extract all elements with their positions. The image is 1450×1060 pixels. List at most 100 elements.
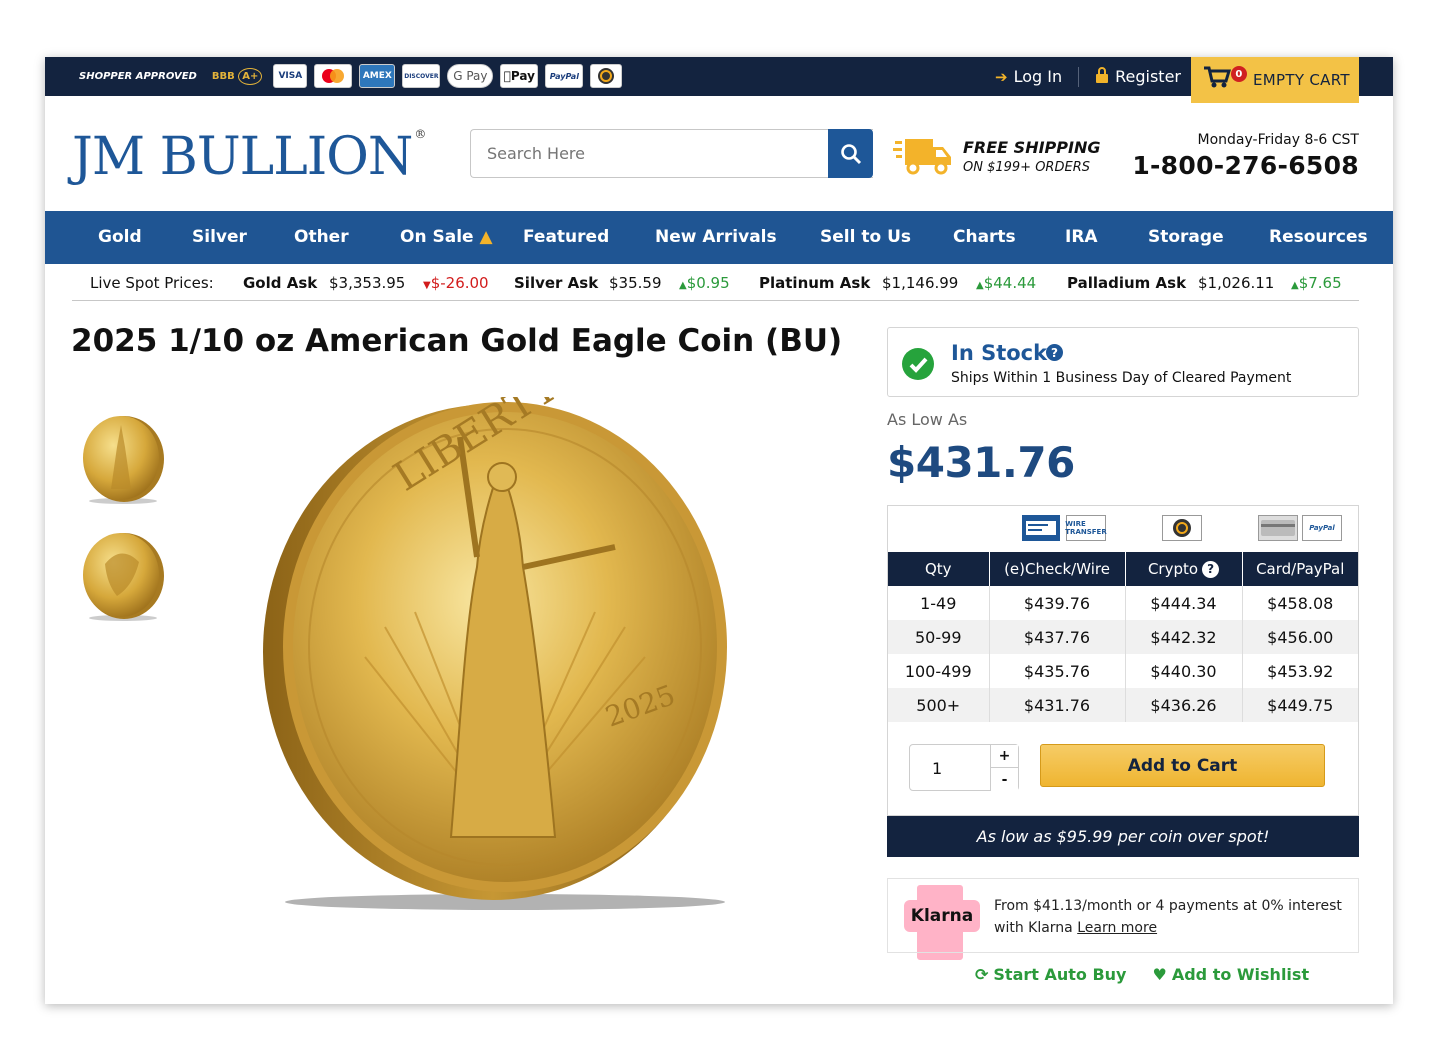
google-pay-icon: G Pay — [447, 64, 494, 88]
delivery-truck-icon — [893, 139, 951, 175]
as-low-as-label: As Low As — [887, 410, 968, 429]
silver-change-value: $0.95 — [686, 274, 730, 292]
thumbnail-reverse[interactable] — [77, 524, 167, 624]
search-input[interactable] — [470, 129, 873, 178]
gold-ask-change: ▼$-26.00 — [423, 274, 489, 292]
lowest-price: $431.76 — [887, 438, 1075, 487]
discover-icon: DISCOVER — [402, 64, 441, 88]
crypto-icon — [590, 64, 623, 88]
table-row: 500+ $431.76 $436.26 $449.75 — [888, 688, 1358, 722]
platinum-ask-label[interactable]: Platinum Ask — [759, 274, 870, 292]
check-icon — [902, 348, 934, 380]
main-nav: Gold Silver Other On Sale ▲ Featured New… — [45, 211, 1393, 264]
nav-on-sale[interactable]: On Sale ▲ — [400, 227, 493, 247]
auto-buy-label: Start Auto Buy — [993, 965, 1127, 984]
palladium-change-value: $7.65 — [1298, 274, 1342, 292]
table-row: 1-49 $439.76 $444.34 $458.08 — [888, 586, 1358, 620]
price-cell: $437.76 — [989, 620, 1126, 654]
col-crypto-label: Crypto — [1147, 560, 1199, 578]
gold-ask-price: $3,353.95 — [329, 274, 406, 292]
klarna-line2: with Klarna — [994, 920, 1073, 936]
thumbnail-obverse[interactable] — [77, 407, 167, 507]
nav-other[interactable]: Other — [294, 227, 349, 247]
price-cell: $444.34 — [1125, 586, 1243, 620]
nav-charts[interactable]: Charts — [953, 227, 1016, 247]
add-to-cart-row: 1 + - Add to Cart — [888, 722, 1358, 815]
amex-icon: AMEX — [359, 64, 396, 88]
price-cell: $442.32 — [1125, 620, 1243, 654]
nav-sell-to-us[interactable]: Sell to Us — [820, 227, 911, 247]
nav-new-arrivals[interactable]: New Arrivals — [655, 227, 777, 247]
product-main-image[interactable]: LIBERTY 2025 — [255, 364, 745, 917]
price-cell: $453.92 — [1267, 661, 1334, 681]
registered-mark: ® — [414, 127, 426, 141]
price-cell: $435.76 — [989, 654, 1126, 688]
start-auto-buy-button[interactable]: ⟳ Start Auto Buy — [975, 965, 1126, 984]
help-icon[interactable]: ? — [1046, 344, 1063, 361]
col-qty: Qty — [888, 552, 990, 586]
stock-shipping-note: Ships Within 1 Business Day of Cleared P… — [951, 370, 1292, 386]
shipping-headline: FREE SHIPPING — [963, 137, 1101, 157]
phone-number[interactable]: 1-800-276-6508 — [1132, 151, 1359, 180]
nav-resources[interactable]: Resources — [1269, 227, 1368, 247]
refresh-icon: ⟳ — [975, 965, 989, 984]
spot-price-ticker: Live Spot Prices: Gold Ask $3,353.95 ▼$-… — [72, 265, 1359, 301]
help-icon[interactable]: ? — [1202, 560, 1220, 578]
logo-text: JM BULLION — [72, 127, 413, 187]
increment-button[interactable]: + — [990, 745, 1018, 768]
price-cell: $449.75 — [1242, 688, 1358, 722]
decrement-button[interactable]: - — [990, 768, 1018, 791]
palladium-ask-label[interactable]: Palladium Ask — [1067, 274, 1186, 292]
klarna-financing-box: Klarna From $41.13/month or 4 payments a… — [887, 878, 1359, 953]
divider — [1078, 66, 1080, 87]
nav-silver[interactable]: Silver — [192, 227, 247, 247]
product-title: 2025 1/10 oz American Gold Eagle Coin (B… — [71, 323, 843, 359]
search-button[interactable] — [828, 129, 873, 178]
lock-icon — [1095, 66, 1109, 87]
gold-ask-label[interactable]: Gold Ask — [243, 274, 317, 292]
free-shipping-promo[interactable]: FREE SHIPPING ON $199+ ORDERS — [893, 135, 1100, 177]
nav-storage[interactable]: Storage — [1148, 227, 1224, 247]
silver-ask-change: ▲$0.95 — [679, 274, 730, 292]
bbb-badge[interactable]: BBB A+ — [208, 64, 266, 88]
table-row: 100-499 $435.76 $440.30 $453.92 — [888, 654, 1358, 688]
silver-ask-label[interactable]: Silver Ask — [514, 274, 598, 292]
silver-ask-price: $35.59 — [609, 274, 662, 292]
visa-icon: VISA — [273, 64, 308, 88]
price-cell: $458.08 — [1267, 593, 1334, 613]
volume-pricing-table: Qty (e)Check/Wire Crypto? Card/PayPal 1-… — [888, 552, 1358, 722]
mastercard-icon — [314, 64, 353, 88]
nav-gold[interactable]: Gold — [98, 227, 142, 247]
up-arrow-icon: ▲ — [1291, 280, 1299, 291]
payment-method-icons: WIRE TRANSFER PayPal — [888, 506, 1358, 552]
gold-change-value: $-26.00 — [430, 274, 489, 292]
col-check-wire: (e)Check/Wire — [989, 552, 1126, 586]
down-arrow-icon: ▼ — [423, 280, 431, 291]
stock-title: In Stock — [951, 341, 1048, 365]
nav-featured[interactable]: Featured — [523, 227, 609, 247]
jm-bullion-logo[interactable]: JM BULLION ® — [72, 127, 426, 187]
price-cell: $439.76 — [989, 586, 1126, 620]
nav-ira[interactable]: IRA — [1065, 227, 1098, 247]
price-cell: $436.26 — [1125, 688, 1243, 722]
add-to-wishlist-button[interactable]: ♥ Add to Wishlist — [1152, 965, 1309, 984]
trust-badges: SHOPPER APPROVED BBB A+ VISA AMEX DISCOV… — [75, 64, 963, 960]
add-to-cart-button[interactable]: Add to Cart — [1040, 744, 1325, 787]
login-label: Log In — [1013, 67, 1063, 86]
col-card-paypal: Card/PayPal — [1242, 552, 1358, 586]
cart-button[interactable]: 0 EMPTY CART — [1191, 57, 1359, 103]
klarna-learn-more-link[interactable]: Learn more — [1077, 920, 1157, 936]
quantity-stepper: 1 + - — [909, 744, 1019, 791]
login-link[interactable]: ➔ Log In — [995, 67, 1062, 86]
search-icon — [840, 143, 861, 164]
top-bar: SHOPPER APPROVED BBB A+ VISA AMEX DISCOV… — [45, 57, 1393, 960]
quantity-input[interactable]: 1 — [932, 759, 942, 778]
palladium-ask-change: ▲$7.65 — [1291, 274, 1342, 292]
shopper-approved-badge[interactable]: SHOPPER APPROVED — [75, 64, 201, 88]
register-link[interactable]: Register — [1095, 66, 1181, 87]
browser-page: SHOPPER APPROVED BBB A+ VISA AMEX DISCOV… — [45, 57, 1393, 1004]
business-hours: Monday-Friday 8-6 CST — [1197, 132, 1360, 148]
cart-icon — [1203, 65, 1232, 95]
spot-label: Live Spot Prices: — [90, 274, 214, 292]
qty-cell: 100-499 — [888, 654, 990, 688]
